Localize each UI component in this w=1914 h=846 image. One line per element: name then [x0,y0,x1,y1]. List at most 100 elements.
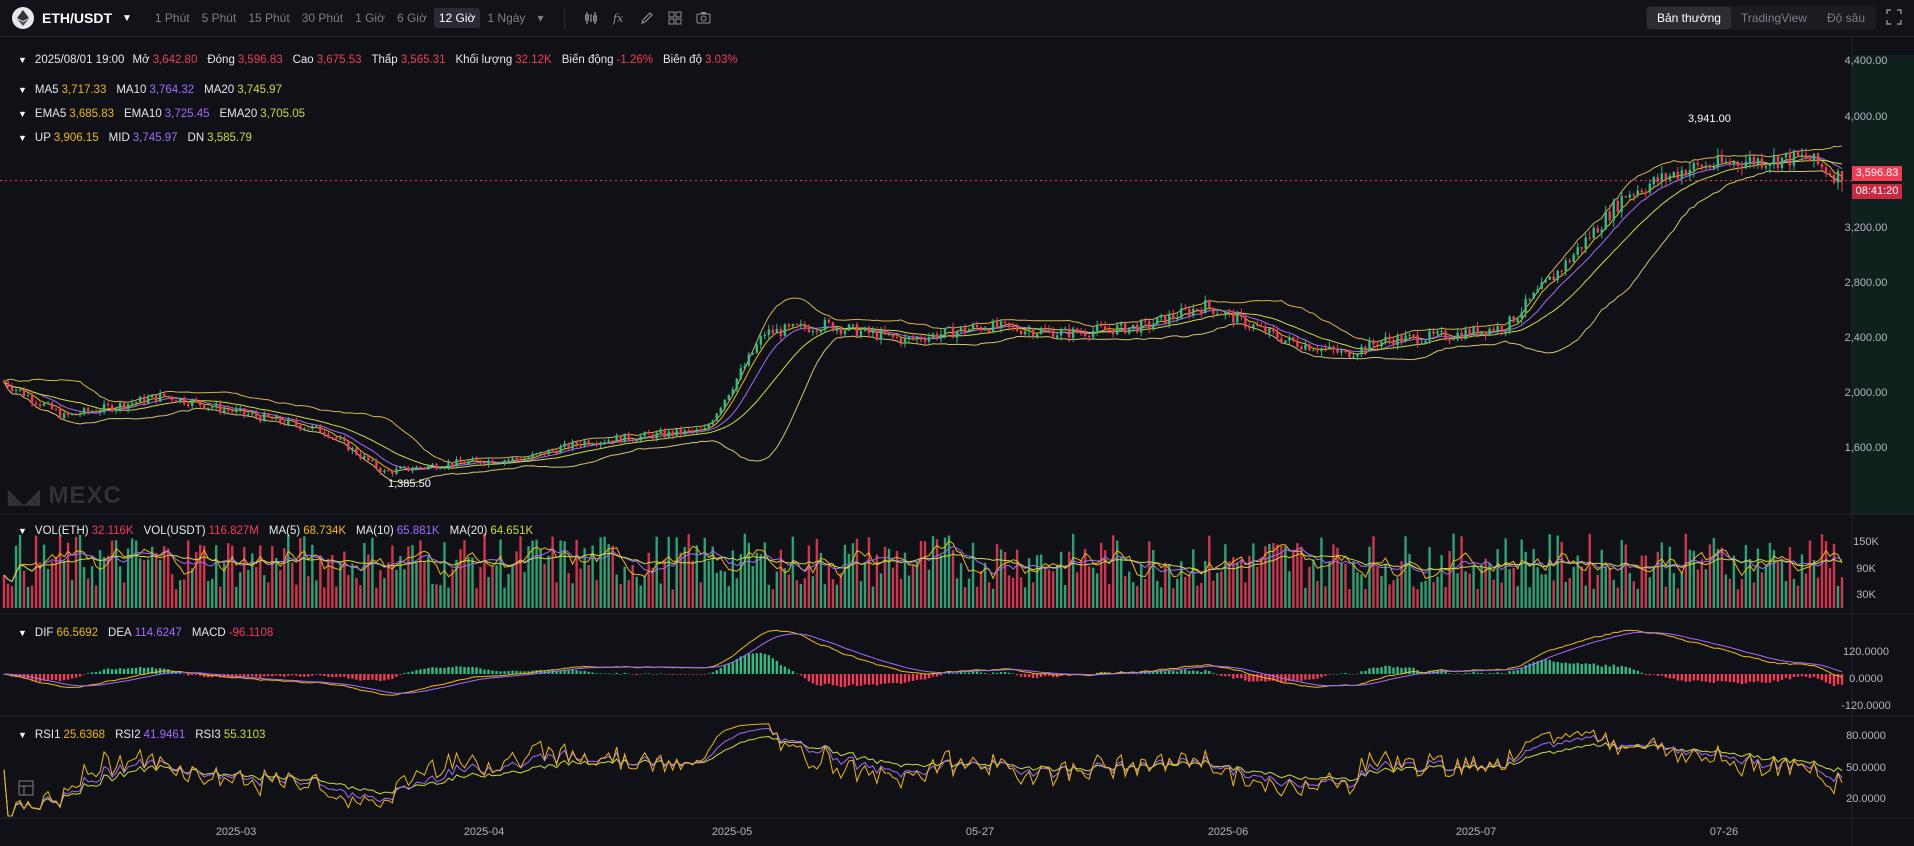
candle-body [539,451,542,454]
volume-bar [515,551,518,608]
volume-bar [1124,576,1127,608]
candle-body [1168,314,1171,325]
interval-12h[interactable]: 12 Giờ [433,8,481,28]
candle-body [1380,341,1383,347]
candle-body [467,461,470,464]
boll-collapse-chevron-icon[interactable]: ▼ [18,133,27,143]
volume-bar [319,555,322,608]
candle-body [199,400,202,406]
candle-body [1556,270,1559,281]
candle-body [1200,309,1203,314]
macd-bar [835,674,839,686]
view-standard[interactable]: Bản thường [1646,7,1731,29]
macd-bar [279,674,282,677]
view-tradingview[interactable]: TradingView [1731,7,1817,29]
low-label: Thấp [371,54,398,66]
close-label: Đóng [207,54,235,66]
volume-bar [1632,581,1635,608]
volume-bar [1484,558,1487,608]
volume-bar [435,584,438,608]
macd-bar [847,674,851,686]
volume-bar [287,534,290,608]
interval-1d[interactable]: 1 Ngày [482,8,530,28]
interval-15m[interactable]: 15 Phút [243,8,294,28]
candle-body [1136,324,1139,333]
candle-body [855,324,859,337]
macd-bar [1340,673,1343,674]
camera-icon[interactable] [689,7,717,29]
draw-icon[interactable] [633,7,661,29]
fx-icon[interactable]: fx [605,7,633,29]
interval-6h[interactable]: 6 Giờ [392,8,432,28]
macd-bar [1588,664,1591,674]
candle-body [30,395,34,403]
macd-bar [1023,674,1027,678]
macd-collapse-chevron-icon[interactable]: ▼ [18,628,27,638]
candle-body [851,324,855,326]
collapse-chevron-icon[interactable]: ▼ [18,55,27,65]
ema-collapse-chevron-icon[interactable]: ▼ [18,109,27,119]
candle-body [1312,350,1315,352]
layout-icon[interactable] [661,7,689,29]
view-depth[interactable]: Độ sâu [1817,7,1875,29]
volume-bar [98,550,102,608]
candle-body [170,396,174,401]
interval-more-chevron-icon[interactable]: ▾ [532,8,548,28]
candle-body [1400,335,1403,343]
candle-body [411,469,414,471]
interval-5m[interactable]: 5 Phút [197,8,242,28]
volume-bar [1836,585,1840,608]
volume-bar [82,567,86,608]
volume-bar [1256,566,1259,608]
macd-bar [1596,665,1599,674]
rsi-axis-label: 50.0000 [1846,762,1886,774]
ma-collapse-chevron-icon[interactable]: ▼ [18,85,27,95]
volume-bar [1312,559,1315,608]
volume-bar [1051,571,1055,608]
candle-body [1560,270,1563,272]
interval-30m[interactable]: 30 Phút [297,8,348,28]
macd-bar [643,673,646,674]
macd-bar [1172,671,1175,674]
rsi-collapse-chevron-icon[interactable]: ▼ [18,730,27,740]
symbol-selector[interactable]: ETH/USDT ▼ [12,7,132,29]
macd-bar [699,674,702,675]
indicator-icon[interactable] [577,7,605,29]
vol-collapse-chevron-icon[interactable]: ▼ [18,526,27,536]
macd-bar [423,668,426,674]
chevron-down-icon[interactable]: ▼ [122,13,132,24]
macd-bar [1720,674,1724,682]
candle-body [883,330,887,335]
macd-bar [263,674,266,677]
candle-body [1216,313,1219,315]
fullscreen-icon[interactable] [1886,9,1904,27]
volume-bar [263,575,266,608]
macd-bar [1164,671,1167,674]
kline-chart[interactable] [0,37,1914,846]
candle-body [38,404,42,406]
volume-bar [1440,555,1443,608]
interval-1h[interactable]: 1 Giờ [350,8,390,28]
candle-body [583,440,586,446]
macd-bar [935,674,939,677]
candle-body [1540,282,1543,290]
candle-body [279,416,282,423]
macd-bar [1756,674,1760,682]
candle-body [219,403,222,413]
candle-body [551,449,554,451]
volume-bar [134,540,138,608]
volume-bar [1516,586,1519,608]
volume-bar [915,561,919,608]
macd-bar [335,674,338,678]
macd-bar [1560,663,1563,674]
macd-bar [595,673,598,674]
macd-bar [815,674,819,686]
macd-bar [1544,659,1547,674]
macd-bar [1460,674,1463,675]
macd-bar [1764,674,1768,683]
macd-bar [1332,673,1335,675]
macd-bar [743,655,747,674]
layout-toggle-icon[interactable] [18,780,36,798]
interval-1m[interactable]: 1 Phút [150,8,195,28]
candle-body [755,344,759,353]
